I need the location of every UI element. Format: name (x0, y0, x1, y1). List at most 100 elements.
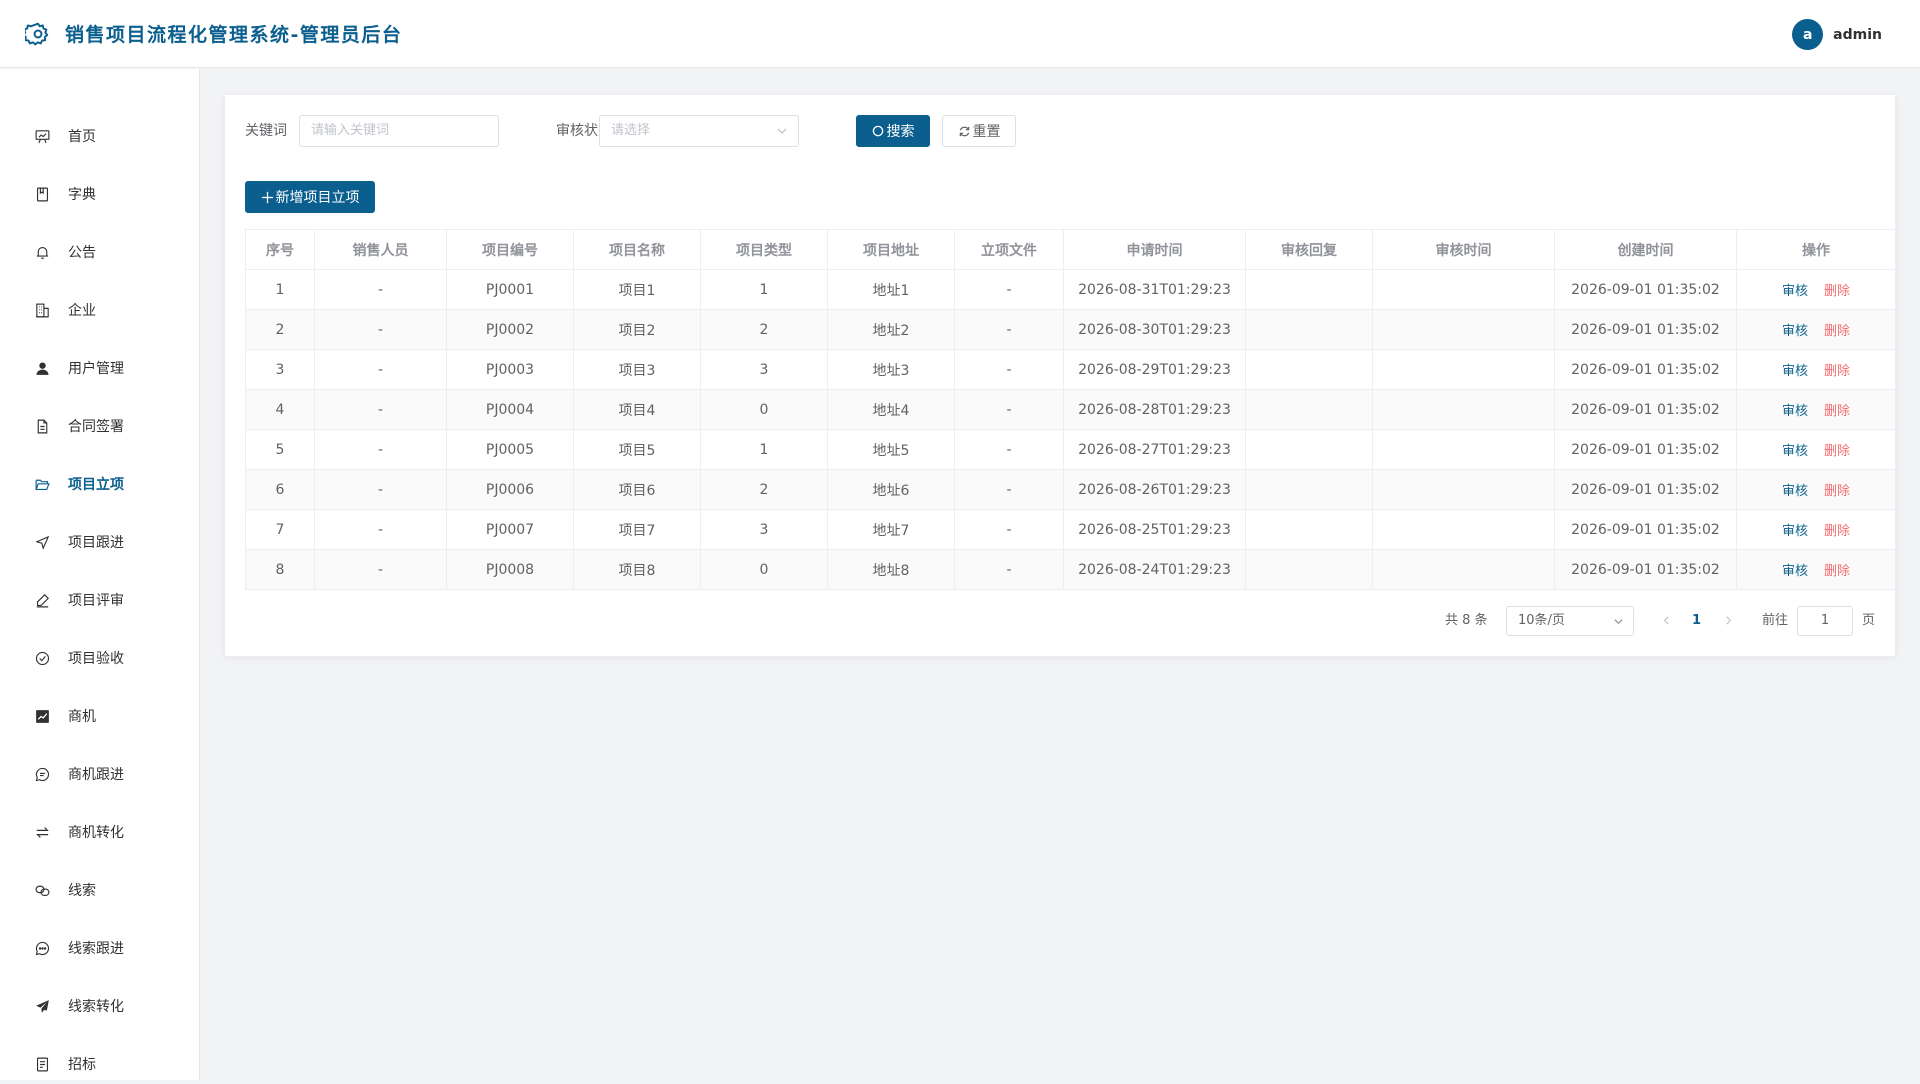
cell-project-type: 3 (700, 509, 828, 550)
cell-audit-reply (1245, 269, 1373, 310)
cell-audit-time (1372, 469, 1555, 510)
sidebar-item-lead-follow[interactable]: 线索跟进 (0, 928, 199, 968)
edit-pen-icon (36, 593, 49, 607)
cell-audit-time (1372, 389, 1555, 430)
page-size-value: 10条/页 (1518, 613, 1565, 628)
status-select[interactable]: 请选择 (599, 115, 799, 147)
cell-actions: 审核 删除 (1736, 389, 1896, 430)
audit-button[interactable]: 审核 (1782, 324, 1808, 339)
search-form: 关键词 请输入关键词 审核状态 请选择 搜索 重置 (245, 115, 1545, 147)
delete-button[interactable]: 删除 (1824, 404, 1850, 419)
cell-audit-reply (1245, 309, 1373, 350)
sidebar-item-dictionary[interactable]: 字典 (0, 174, 199, 214)
cell-project-name: 项目2 (573, 309, 701, 350)
goto-page-input[interactable]: 1 (1797, 606, 1853, 636)
audit-button[interactable]: 审核 (1782, 364, 1808, 379)
cell-project-address: 地址6 (827, 469, 955, 510)
search-button[interactable]: 搜索 (856, 115, 930, 147)
sidebar-item-project-follow[interactable]: 项目跟进 (0, 522, 199, 562)
prev-page-icon[interactable] (1661, 615, 1672, 626)
cell-project-address: 地址8 (827, 549, 955, 590)
sidebar-item-label: 首页 (68, 129, 96, 145)
cell-project-address: 地址1 (827, 269, 955, 310)
send-icon (36, 999, 49, 1013)
sidebar: 首页 字典 公告 企业 用户管理 合同签署 项目立项 项目跟进 项目评审 项目验… (0, 69, 200, 1080)
delete-button[interactable]: 删除 (1824, 484, 1850, 499)
audit-button[interactable]: 审核 (1782, 564, 1808, 579)
delete-button[interactable]: 删除 (1824, 284, 1850, 299)
column-header: 审核时间 (1372, 229, 1555, 270)
pagination: 共 8 条 10条/页 1 前往 1 页 (225, 606, 1895, 636)
cell-project-type: 0 (700, 549, 828, 590)
sidebar-item-contract[interactable]: 合同签署 (0, 406, 199, 446)
table-row: 6 - PJ0006 项目6 2 地址6 - 2026-08-26T01:29:… (245, 469, 1896, 510)
sidebar-item-opportunity[interactable]: 商机 (0, 696, 199, 736)
delete-button[interactable]: 删除 (1824, 444, 1850, 459)
sidebar-item-opportunity-convert[interactable]: 商机转化 (0, 812, 199, 852)
refresh-icon (959, 126, 969, 136)
chevron-down-icon (1614, 619, 1623, 625)
audit-button[interactable]: 审核 (1782, 484, 1808, 499)
sidebar-item-notice[interactable]: 公告 (0, 232, 199, 272)
avatar[interactable]: a (1792, 19, 1824, 50)
sidebar-item-label: 商机 (68, 709, 96, 725)
brand: 销售项目流程化管理系统-管理员后台 (25, 20, 402, 47)
cell-create-time: 2026-09-01 01:35:02 (1554, 309, 1737, 350)
document-icon (37, 419, 48, 433)
sidebar-item-enterprise[interactable]: 企业 (0, 290, 199, 330)
cell-salesperson: - (314, 269, 447, 310)
data-line-icon (36, 709, 49, 723)
delete-button[interactable]: 删除 (1824, 364, 1850, 379)
column-header: 立项文件 (954, 229, 1064, 270)
username[interactable]: admin (1833, 27, 1882, 43)
next-page-icon[interactable] (1723, 615, 1734, 626)
audit-button[interactable]: 审核 (1782, 284, 1808, 299)
status-select-placeholder: 请选择 (611, 123, 651, 138)
chat-dots-icon (35, 941, 50, 955)
column-header: 项目名称 (573, 229, 701, 270)
cell-create-time: 2026-09-01 01:35:02 (1554, 349, 1737, 390)
sidebar-item-label: 线索跟进 (68, 941, 124, 957)
sidebar-item-project-setup[interactable]: 项目立项 (0, 464, 199, 504)
cell-index: 3 (245, 349, 315, 390)
delete-button[interactable]: 删除 (1824, 524, 1850, 539)
delete-button[interactable]: 删除 (1824, 564, 1850, 579)
sidebar-item-home[interactable]: 首页 (0, 116, 199, 156)
user-menu[interactable]: a admin (1792, 19, 1882, 50)
sidebar-item-label: 项目验收 (68, 651, 124, 667)
reset-button[interactable]: 重置 (942, 115, 1016, 147)
keyword-input[interactable]: 请输入关键词 (299, 115, 499, 147)
sidebar-item-opportunity-follow[interactable]: 商机跟进 (0, 754, 199, 794)
sidebar-item-lead-convert[interactable]: 线索转化 (0, 986, 199, 1026)
cell-setup-file: - (954, 269, 1064, 310)
audit-button[interactable]: 审核 (1782, 404, 1808, 419)
cell-create-time: 2026-09-01 01:35:02 (1554, 509, 1737, 550)
audit-button[interactable]: 审核 (1782, 444, 1808, 459)
chart-board-icon (35, 129, 50, 143)
cell-apply-time: 2026-08-27T01:29:23 (1063, 429, 1246, 470)
delete-button[interactable]: 删除 (1824, 324, 1850, 339)
pagination-total: 共 8 条 (1445, 613, 1488, 628)
current-page[interactable]: 1 (1692, 606, 1701, 636)
cell-project-name: 项目7 (573, 509, 701, 550)
cell-index: 4 (245, 389, 315, 430)
sidebar-item-project-review[interactable]: 项目评审 (0, 580, 199, 620)
add-project-button[interactable]: 新增项目立项 (245, 181, 375, 213)
top-header: 销售项目流程化管理系统-管理员后台 a admin (0, 0, 1920, 68)
sidebar-item-lead[interactable]: 线索 (0, 870, 199, 910)
audit-button[interactable]: 审核 (1782, 524, 1808, 539)
cell-setup-file: - (954, 429, 1064, 470)
tickets-icon (36, 1057, 49, 1071)
cell-audit-reply (1245, 389, 1373, 430)
bell-icon (36, 246, 49, 259)
sidebar-item-project-acceptance[interactable]: 项目验收 (0, 638, 199, 678)
sidebar-item-label: 项目跟进 (68, 535, 124, 551)
page-size-select[interactable]: 10条/页 (1506, 606, 1634, 636)
sidebar-item-user-management[interactable]: 用户管理 (0, 348, 199, 388)
cell-setup-file: - (954, 389, 1064, 430)
cell-setup-file: - (954, 469, 1064, 510)
cell-audit-reply (1245, 509, 1373, 550)
sidebar-item-bidding[interactable]: 招标 (0, 1044, 199, 1084)
sidebar-item-label: 项目评审 (68, 593, 124, 609)
page-suffix: 页 (1862, 613, 1876, 628)
